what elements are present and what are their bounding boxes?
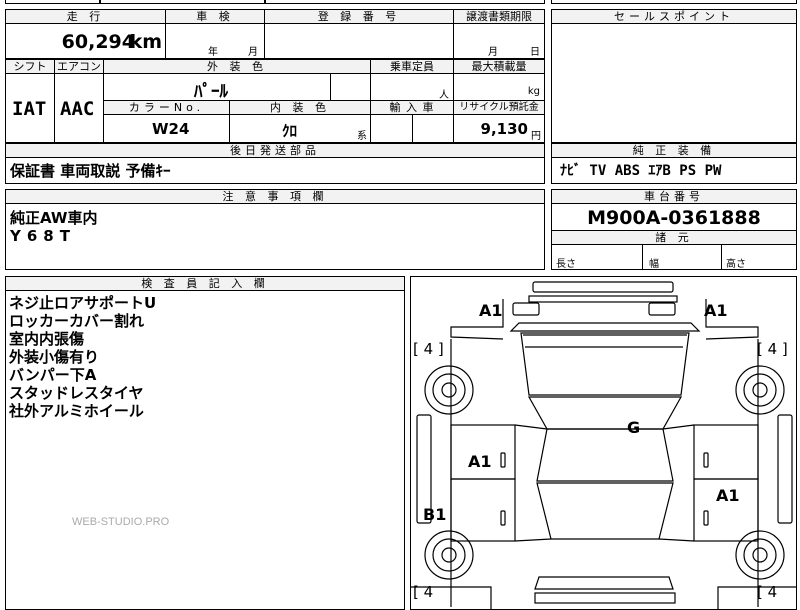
inspection-cell: 年 月: [165, 23, 265, 59]
inspection-month-unit: 月: [248, 47, 258, 58]
color-no-value: W24: [152, 120, 190, 138]
tire-tread-rear-left: [ 4: [413, 583, 434, 601]
color-no-cell: W24: [103, 114, 230, 143]
color-no-header: カラーNo.: [103, 100, 230, 115]
genuine-equipment-value: ﾅﾋﾞ TV ABS ｴｱB PS PW: [560, 163, 722, 179]
mileage-cell: 60,294 km: [5, 23, 166, 59]
recycle-unit: 円: [531, 131, 541, 142]
inspector-line-3: 室内内張傷: [9, 330, 85, 348]
car-diagram-panel: A1 A1 A1 A1 G B1 [ 4 ] [ 4 ] [ 4 [ 4: [410, 276, 797, 610]
dimension-length-label: 長さ: [556, 259, 576, 270]
mileage-value: 60,294: [61, 31, 135, 53]
import-car-cell-a: [370, 114, 413, 143]
exterior-color-cell: ﾊﾟｰﾙ: [103, 73, 331, 101]
damage-mark-b1-left: B1: [423, 505, 447, 524]
interior-color-header: 内 装 色: [229, 100, 371, 115]
inspector-cell: ネジ止ロアサポートU ロッカーカバー割れ 室内内張傷 外装小傷有り バンパー下A…: [5, 290, 405, 610]
dimension-height-label: 高さ: [726, 259, 746, 270]
sales-point-header: セールスポイント: [551, 9, 797, 24]
inspector-line-5: バンパー下A: [9, 366, 97, 384]
import-car-header: 輸 入 車: [370, 100, 454, 115]
dimensions-header: 諸 元: [551, 230, 797, 245]
inspector-line-4: 外装小傷有り: [9, 348, 100, 366]
chassis-no-value: M900A-0361888: [587, 207, 761, 229]
inspector-header: 検 査 員 記 入 欄: [5, 276, 405, 291]
shift-header: シフト: [5, 59, 55, 74]
import-car-cell-b: [412, 114, 454, 143]
inspection-year-unit: 年: [208, 47, 218, 58]
transfer-month-unit: 月: [488, 47, 498, 58]
tire-tread-front-left: [ 4 ]: [413, 340, 444, 358]
exterior-color-sub: [330, 73, 371, 101]
inspector-line-2: ロッカーカバー割れ: [9, 312, 145, 330]
exterior-color-header: 外 装 色: [103, 59, 371, 74]
tire-tread-rear-right: [ 4: [757, 583, 778, 601]
top-strip-sales: [551, 0, 797, 4]
notes-cell: 純正AW車内 Y68T: [5, 203, 545, 270]
tire-tread-front-right: [ 4 ]: [757, 340, 788, 358]
interior-color-cell: ｸﾛ 系: [229, 114, 371, 143]
recycle-value: 9,130: [480, 120, 528, 138]
exterior-color-value: ﾊﾟｰﾙ: [194, 82, 228, 101]
genuine-equipment-header: 純 正 装 備: [551, 143, 797, 158]
sales-point-cell: [551, 23, 797, 143]
watermark: WEB-STUDIO.PRO: [72, 516, 170, 528]
aircon-header: エアコン: [54, 59, 104, 74]
damage-mark-a1-left-door: A1: [468, 452, 492, 471]
inspector-line-6: スタッドレスタイヤ: [9, 384, 144, 402]
shift-value: IAT: [12, 98, 47, 120]
later-parts-value: 保証書 車両取説 予備ｷｰ: [10, 162, 171, 180]
dimension-length-cell: 長さ: [551, 244, 643, 270]
later-parts-header: 後日発送部品: [5, 143, 545, 158]
inspector-line-7: 社外アルミホイール: [9, 402, 144, 420]
recycle-header: リサイクル預託金: [453, 100, 545, 115]
interior-color-value: ｸﾛ: [282, 122, 298, 140]
damage-mark-g-roof: G: [627, 418, 641, 437]
dimension-width-label: 幅: [649, 259, 659, 270]
genuine-equipment-cell: ﾅﾋﾞ TV ABS ｴｱB PS PW: [551, 157, 797, 184]
registration-cell: [264, 23, 454, 59]
mileage-unit: km: [129, 31, 162, 53]
aircon-cell: AAC: [54, 73, 104, 143]
chassis-no-header: 車台番号: [551, 189, 797, 204]
transfer-cell: 月 日: [453, 23, 545, 59]
transfer-day-unit: 日: [530, 47, 540, 58]
car-diagram: [411, 281, 796, 609]
max-load-cell: kg: [453, 73, 545, 101]
top-strip-mid: [100, 0, 265, 4]
transfer-header: 譲渡書類期限: [453, 9, 545, 24]
inspector-line-1: ネジ止ロアサポートU: [9, 294, 157, 312]
aircon-value: AAC: [60, 98, 95, 120]
top-strip-left: [5, 0, 100, 4]
chassis-no-cell: M900A-0361888: [551, 203, 797, 231]
top-strip-right: [265, 0, 545, 4]
interior-color-suffix: 系: [357, 131, 367, 142]
damage-mark-a1-front-left: A1: [479, 301, 503, 320]
notes-line-1: 純正AW車内: [10, 209, 98, 227]
capacity-cell: 人: [370, 73, 454, 101]
capacity-unit: 人: [439, 90, 449, 101]
notes-line-2: Y68T: [10, 227, 76, 245]
max-load-header: 最大積載量: [453, 59, 545, 74]
max-load-unit: kg: [527, 86, 540, 97]
dimension-height-cell: 高さ: [721, 244, 797, 270]
dimension-width-cell: 幅: [642, 244, 722, 270]
later-parts-cell: 保証書 車両取説 予備ｷｰ: [5, 157, 545, 184]
damage-mark-a1-front-right: A1: [704, 301, 728, 320]
mileage-header: 走 行: [5, 9, 166, 24]
damage-mark-a1-right-door: A1: [716, 486, 740, 505]
recycle-cell: 9,130 円: [453, 114, 545, 143]
shift-cell: IAT: [5, 73, 55, 143]
notes-header: 注 意 事 項 欄: [5, 189, 545, 204]
capacity-header: 乗車定員: [370, 59, 454, 74]
registration-header: 登 録 番 号: [264, 9, 454, 24]
inspection-header: 車 検: [165, 9, 265, 24]
